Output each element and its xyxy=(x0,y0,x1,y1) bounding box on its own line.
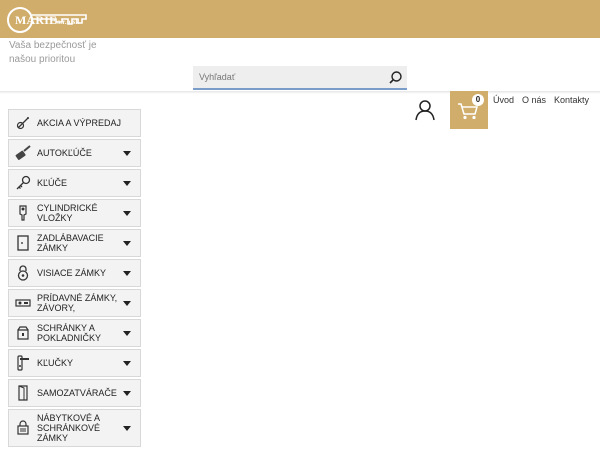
top-bar: MARIEs.r.o.sk xyxy=(0,0,600,38)
tagline: Vaša bezpečnosť je našou prioritou xyxy=(9,40,97,65)
category-item-sale[interactable]: AKCIA A VÝPREDAJ xyxy=(8,109,141,137)
category-item-door-closers[interactable]: SAMOZATVÁRAČE xyxy=(8,379,141,407)
search-icon[interactable] xyxy=(388,70,403,85)
category-label: KĽÚČE xyxy=(37,178,68,188)
category-label: VISIACE ZÁMKY xyxy=(37,268,107,278)
chevron-down-icon[interactable] xyxy=(123,211,131,216)
category-item-cylinders[interactable]: CYLINDRICKÉ VLOŽKY xyxy=(8,199,141,227)
chevron-down-icon[interactable] xyxy=(123,331,131,336)
category-item-handles[interactable]: KĽUČKY xyxy=(8,349,141,377)
chevron-down-icon[interactable] xyxy=(123,301,131,306)
chevron-down-icon[interactable] xyxy=(123,181,131,186)
category-label: ZADLÁBAVACIE ZÁMKY xyxy=(37,233,104,253)
search-bar xyxy=(193,66,407,90)
category-item-furniture-locks[interactable]: NÁBYTKOVÉ A SCHRÁNKOVÉ ZÁMKY xyxy=(8,409,141,447)
category-label: KĽUČKY xyxy=(37,358,74,368)
category-item-safes[interactable]: SCHRÁNKY A POKLADNIČKY xyxy=(8,319,141,347)
chevron-down-icon[interactable] xyxy=(123,391,131,396)
user-account-icon[interactable] xyxy=(414,99,436,121)
category-label: PRÍDAVNÉ ZÁMKY, ZÁVORY, xyxy=(37,293,118,313)
bolt-lock-icon xyxy=(15,295,31,311)
category-item-car-keys[interactable]: AUTOKĽÚČE xyxy=(8,139,141,167)
cylinder-icon xyxy=(15,205,31,221)
chevron-down-icon[interactable] xyxy=(123,361,131,366)
safe-icon xyxy=(15,325,31,341)
key-icon xyxy=(15,175,31,191)
nav-link-contacts[interactable]: Kontakty xyxy=(554,95,589,105)
tag-icon xyxy=(15,115,31,131)
door-closer-icon xyxy=(15,385,31,401)
furniture-lock-icon xyxy=(15,420,31,436)
category-sidebar: AKCIA A VÝPREDAJ AUTOKĽÚČE KĽÚČE CYLINDR… xyxy=(8,109,142,449)
header-divider xyxy=(0,91,600,94)
category-label: NÁBYTKOVÉ A SCHRÁNKOVÉ ZÁMKY xyxy=(37,413,101,443)
nav-link-about[interactable]: O nás xyxy=(522,95,546,105)
chevron-down-icon[interactable] xyxy=(123,241,131,246)
chevron-down-icon[interactable] xyxy=(123,426,131,431)
site-logo[interactable]: MARIEs.r.o.sk xyxy=(6,5,90,35)
category-item-padlocks[interactable]: VISIACE ZÁMKY xyxy=(8,259,141,287)
chevron-down-icon[interactable] xyxy=(123,271,131,276)
category-item-keys[interactable]: KĽÚČE xyxy=(8,169,141,197)
nav-link-home[interactable]: Úvod xyxy=(493,95,514,105)
category-label: SAMOZATVÁRAČE xyxy=(37,388,117,398)
category-label: CYLINDRICKÉ VLOŽKY xyxy=(37,203,98,223)
logo-text: MARIEs.r.o.sk xyxy=(15,13,80,27)
category-label: SCHRÁNKY A POKLADNIČKY xyxy=(37,323,102,343)
car-key-icon xyxy=(15,145,31,161)
door-icon xyxy=(15,235,31,251)
category-label: AKCIA A VÝPREDAJ xyxy=(37,118,122,128)
category-item-mortise-locks[interactable]: ZADLÁBAVACIE ZÁMKY xyxy=(8,229,141,257)
category-label: AUTOKĽÚČE xyxy=(37,148,92,158)
cart-count-badge: 0 xyxy=(472,94,484,106)
handle-icon xyxy=(15,355,31,371)
chevron-down-icon[interactable] xyxy=(123,151,131,156)
padlock-icon xyxy=(15,265,31,281)
search-input[interactable] xyxy=(193,66,383,88)
category-item-additional-locks[interactable]: PRÍDAVNÉ ZÁMKY, ZÁVORY, xyxy=(8,289,141,317)
